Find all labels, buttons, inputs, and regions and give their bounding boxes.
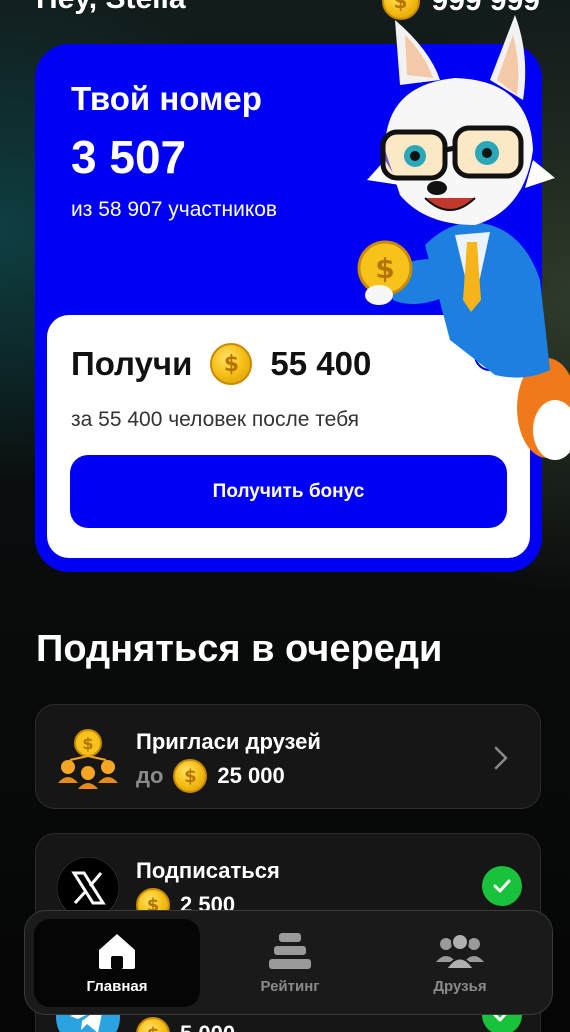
nav-label: Главная [86,977,148,995]
reward-value: 5 000 [180,1021,235,1032]
bottom-navigation: Главная Рейтинг Друзья [24,910,553,1015]
chevron-right-icon [494,746,508,770]
nav-home[interactable]: Главная [34,919,200,1007]
bonus-label: Получи [71,345,193,382]
coin-icon: $ [210,343,253,385]
task-reward: $ 5 000 [136,1017,235,1032]
invite-friends-task[interactable]: $ Пригласи друзей до $ 25 000 [35,704,541,809]
rank-title: Твой номер [71,80,262,117]
reward-prefix: до [136,763,164,788]
section-title: Подняться в очереди [36,628,443,670]
completed-check-icon [482,866,522,906]
coin-icon: $ [136,1017,170,1032]
bonus-row: Получи $ 55 400 [71,343,371,385]
task-reward: до $ 25 000 [136,759,285,793]
nav-label: Рейтинг [260,977,320,995]
greeting-text: Hey, Stella [36,0,186,16]
friends-icon [436,932,484,970]
fox-mascot-illustration: $ [357,15,570,460]
task-title: Пригласи друзей [136,729,321,754]
svg-text:$: $ [82,734,93,753]
nav-friends[interactable]: Друзья [377,919,543,1007]
nav-rating[interactable]: Рейтинг [207,919,373,1007]
friends-coins-icon: $ [58,729,118,789]
coin-icon: $ [173,759,208,793]
reward-value: 25 000 [217,763,285,788]
home-icon [99,933,135,969]
podium-icon [269,932,311,969]
task-title: Подписаться [136,858,280,883]
nav-label: Друзья [433,977,487,995]
rank-number: 3 507 [71,131,187,183]
svg-text:$: $ [375,252,394,285]
rank-total: из 58 907 участников [71,198,278,221]
bonus-subtitle: за 55 400 человек после тебя [71,408,360,431]
